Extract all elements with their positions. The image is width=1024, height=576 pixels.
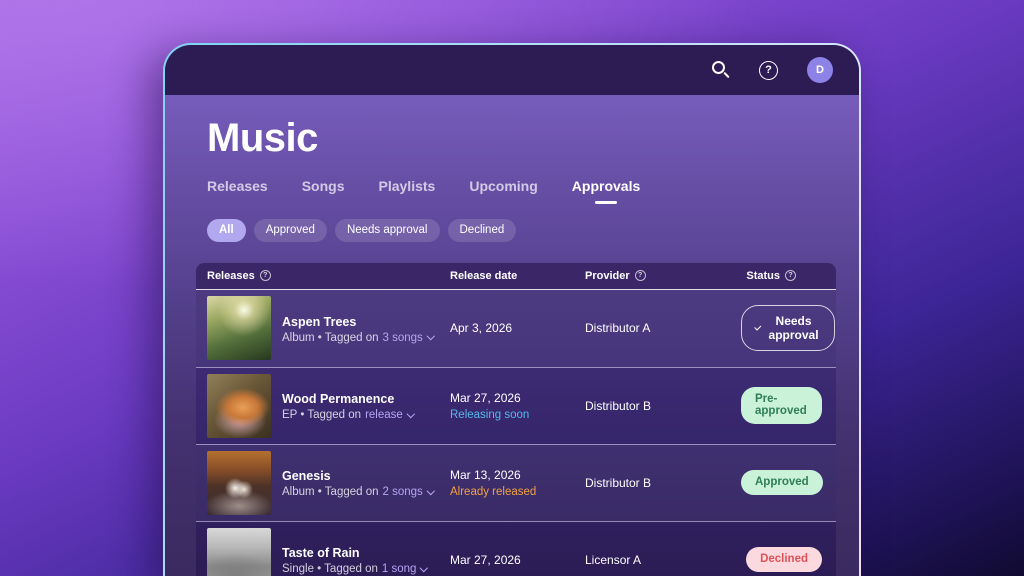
album-art-wood-permanence — [207, 374, 271, 438]
table-body: Aspen Trees Album • Tagged on 3 songs Ap… — [196, 290, 836, 576]
active-tab-indicator — [595, 201, 617, 204]
release-meta-prefix: Album • Tagged on — [282, 332, 379, 344]
chevron-down-icon — [427, 332, 435, 340]
status-badge-pre-approved: Pre-approved — [741, 387, 822, 424]
release-meta-prefix: Single • Tagged on — [282, 563, 378, 575]
release-date-cell: Mar 27, 2026 — [450, 553, 585, 567]
filter-chip-all[interactable]: All — [207, 219, 246, 242]
status-cell: Approved — [741, 470, 837, 496]
tagged-songs-link[interactable]: 3 songs — [383, 332, 434, 344]
album-art-aspen-trees — [207, 296, 271, 360]
tab-upcoming[interactable]: Upcoming — [469, 178, 537, 204]
status-badge-approved: Approved — [741, 470, 823, 496]
column-header-release-date: Release date — [450, 270, 585, 282]
album-art-genesis — [207, 451, 271, 515]
release-title: Aspen Trees — [282, 313, 450, 332]
table-row-taste-of-rain[interactable]: Taste of Rain Single • Tagged on 1 song … — [196, 521, 836, 576]
release-date: Apr 3, 2026 — [450, 321, 585, 335]
tab-approvals-label: Approvals — [572, 178, 640, 194]
album-art-taste-of-rain — [207, 528, 271, 576]
column-header-releases: Releases ? — [207, 270, 450, 282]
status-badge-declined: Declined — [746, 547, 822, 573]
filter-chip-declined[interactable]: Declined — [448, 219, 517, 242]
release-date-cell: Mar 13, 2026 Already released — [450, 468, 585, 498]
app-window-frame: ? D Music Releases Songs Playlists Upcom… — [163, 43, 861, 576]
table-row-genesis[interactable]: Genesis Album • Tagged on 2 songs Mar 13… — [196, 444, 836, 521]
release-date: Mar 27, 2026 — [450, 553, 585, 567]
tagged-song-link[interactable]: 1 song — [382, 563, 427, 575]
chevron-down-icon — [427, 487, 435, 495]
status-cell: Declined — [741, 547, 836, 573]
release-meta: Single • Tagged on 1 song — [282, 563, 450, 575]
tagged-target: release — [365, 409, 403, 421]
help-icon[interactable]: ? — [759, 61, 778, 80]
column-header-release-date-label: Release date — [450, 270, 517, 282]
tab-approvals[interactable]: Approvals — [572, 178, 640, 204]
provider-cell: Distributor A — [585, 321, 741, 335]
release-title-cell: Taste of Rain Single • Tagged on 1 song — [282, 544, 450, 575]
provider-cell: Distributor B — [585, 476, 741, 490]
status-help-icon[interactable]: ? — [785, 270, 796, 281]
column-header-releases-label: Releases — [207, 270, 255, 282]
table-row-aspen-trees[interactable]: Aspen Trees Album • Tagged on 3 songs Ap… — [196, 290, 836, 367]
search-handle — [723, 72, 729, 78]
tagged-songs-count: 3 songs — [383, 332, 423, 344]
content-area: Music Releases Songs Playlists Upcoming … — [165, 95, 859, 576]
provider-cell: Licensor A — [585, 553, 741, 567]
page-title: Music — [207, 95, 833, 161]
search-icon[interactable] — [712, 61, 730, 79]
app-window: ? D Music Releases Songs Playlists Upcom… — [165, 45, 859, 576]
tagged-songs-link[interactable]: 2 songs — [383, 486, 434, 498]
release-meta-prefix: Album • Tagged on — [282, 486, 379, 498]
release-meta: Album • Tagged on 3 songs — [282, 332, 450, 344]
provider-help-icon[interactable]: ? — [635, 270, 646, 281]
tab-playlists[interactable]: Playlists — [379, 178, 436, 204]
release-date-note: Releasing soon — [450, 409, 585, 421]
column-header-provider: Provider ? — [585, 270, 741, 282]
releases-help-icon[interactable]: ? — [260, 270, 271, 281]
release-date: Mar 27, 2026 — [450, 391, 585, 405]
release-title: Genesis — [282, 467, 450, 486]
column-header-provider-label: Provider — [585, 270, 630, 282]
filter-chip-needs-approval[interactable]: Needs approval — [335, 219, 440, 242]
release-title: Wood Permanence — [282, 390, 450, 409]
release-date-note: Already released — [450, 486, 585, 498]
tab-songs[interactable]: Songs — [302, 178, 345, 204]
tab-releases[interactable]: Releases — [207, 178, 268, 204]
approvals-table: Releases ? Release date Provider ? Statu… — [196, 263, 836, 576]
release-title: Taste of Rain — [282, 544, 450, 563]
filter-chip-approved[interactable]: Approved — [254, 219, 327, 242]
column-header-status: Status ? — [741, 270, 836, 282]
filter-chip-bar: All Approved Needs approval Declined — [207, 219, 833, 242]
release-meta: Album • Tagged on 2 songs — [282, 486, 450, 498]
tagged-songs-count: 2 songs — [383, 486, 423, 498]
table-header-row: Releases ? Release date Provider ? Statu… — [196, 263, 836, 290]
release-title-cell: Genesis Album • Tagged on 2 songs — [282, 467, 450, 498]
user-avatar[interactable]: D — [807, 57, 833, 83]
chevron-down-icon — [755, 323, 761, 329]
chevron-down-icon — [420, 564, 428, 572]
tagged-release-link[interactable]: release — [365, 409, 413, 421]
status-label: Needs approval — [768, 314, 820, 342]
release-date: Mar 13, 2026 — [450, 468, 585, 482]
release-meta: EP • Tagged on release — [282, 409, 450, 421]
needs-approval-button[interactable]: Needs approval — [741, 305, 835, 351]
release-title-cell: Wood Permanence EP • Tagged on release — [282, 390, 450, 421]
release-title-cell: Aspen Trees Album • Tagged on 3 songs — [282, 313, 450, 344]
chevron-down-icon — [407, 410, 415, 418]
release-date-cell: Mar 27, 2026 Releasing soon — [450, 391, 585, 421]
status-cell: Pre-approved — [741, 387, 836, 424]
column-header-status-label: Status — [746, 270, 780, 282]
tagged-song-count: 1 song — [382, 563, 417, 575]
release-meta-prefix: EP • Tagged on — [282, 409, 361, 421]
release-date-cell: Apr 3, 2026 — [450, 321, 585, 335]
topbar: ? D — [165, 45, 859, 95]
provider-cell: Distributor B — [585, 399, 741, 413]
status-cell: Needs approval — [741, 305, 849, 351]
tab-bar: Releases Songs Playlists Upcoming Approv… — [207, 178, 833, 204]
table-row-wood-permanence[interactable]: Wood Permanence EP • Tagged on release M… — [196, 367, 836, 444]
